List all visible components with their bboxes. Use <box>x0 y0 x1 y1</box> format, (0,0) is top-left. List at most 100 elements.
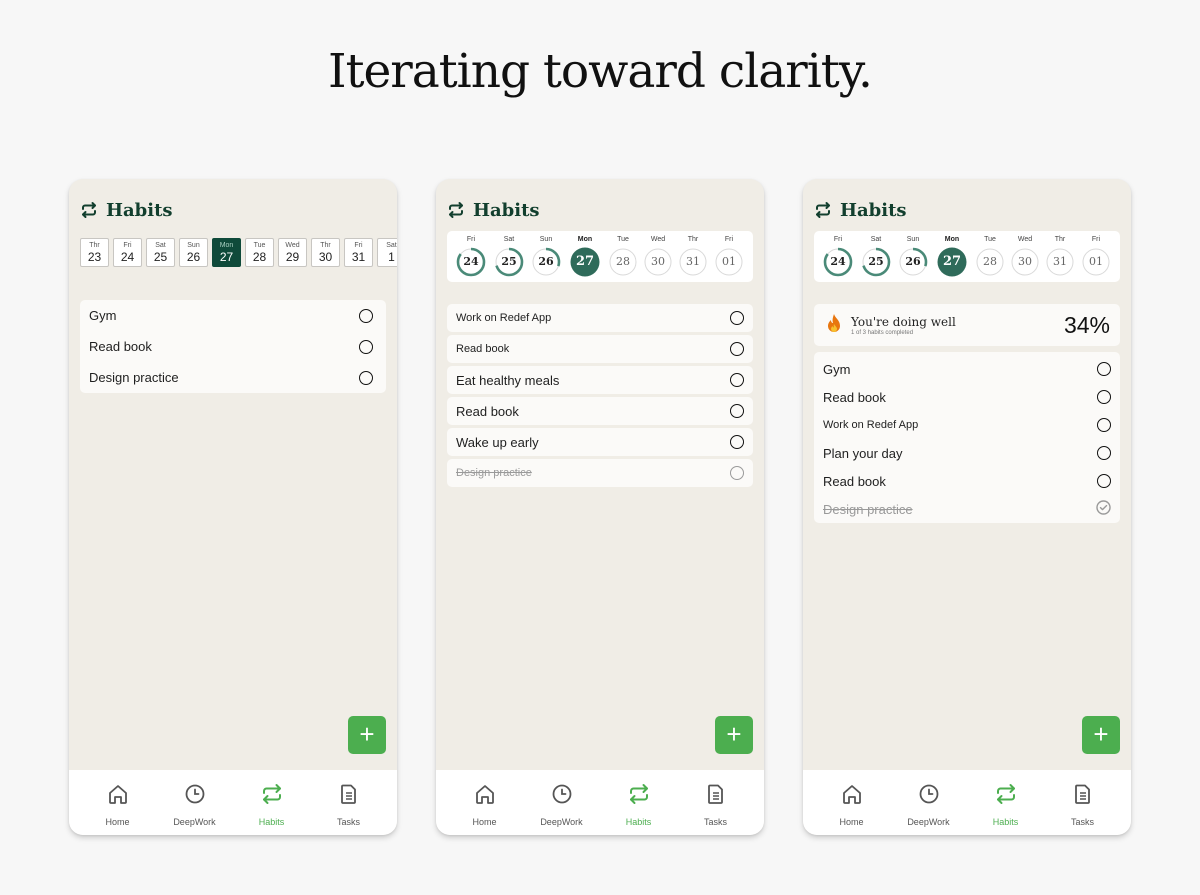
habit-label: Read book <box>456 403 519 419</box>
date-weekday: Fri <box>833 236 843 243</box>
date-weekday: Thr <box>1054 236 1066 243</box>
date-item[interactable]: Sat 25 <box>860 231 892 282</box>
nav-item-habits[interactable]: Habits <box>604 770 674 835</box>
nav-label: Home <box>472 817 497 827</box>
date-item[interactable]: Sun 26 <box>897 231 929 282</box>
date-weekday: Wed <box>650 236 666 243</box>
habit-row[interactable]: Eat healthy meals <box>447 366 753 394</box>
date-number: 27 <box>942 254 962 269</box>
nav-item-tasks[interactable]: Tasks <box>1048 770 1118 835</box>
date-item[interactable]: Tue 28 <box>245 238 274 267</box>
habit-row[interactable]: Read book <box>447 397 753 425</box>
date-item[interactable]: Tue 28 <box>607 231 639 282</box>
habit-row[interactable]: Plan your day <box>823 439 1111 467</box>
habit-checkbox[interactable] <box>730 373 744 387</box>
screen-title: Habits <box>106 199 173 221</box>
date-number: 01 <box>1089 255 1103 268</box>
date-weekday: Mon <box>577 236 593 243</box>
habit-checkbox[interactable] <box>359 339 373 354</box>
date-item[interactable]: Fri 24 <box>822 231 854 282</box>
date-item[interactable]: Wed 30 <box>642 231 674 282</box>
add-habit-button[interactable]: + <box>715 716 753 754</box>
date-weekday: Mon <box>944 236 960 243</box>
nav-item-tasks[interactable]: Tasks <box>681 770 751 835</box>
nav-item-deepwork[interactable]: DeepWork <box>160 770 230 835</box>
date-item-selected[interactable]: Mon 27 <box>212 238 241 267</box>
habit-row[interactable]: Read book <box>447 335 753 363</box>
habit-row[interactable]: Work on Redef App <box>447 304 753 332</box>
date-weekday: Tue <box>617 236 629 243</box>
date-item[interactable]: Thr 30 <box>311 238 340 267</box>
habit-checkbox[interactable] <box>730 311 744 325</box>
date-item[interactable]: Sun 26 <box>530 231 562 282</box>
habit-checkbox[interactable] <box>730 435 744 449</box>
habit-checkbox[interactable] <box>359 308 373 323</box>
date-item-selected[interactable]: Mon 27 <box>569 231 601 282</box>
date-number: 24 <box>830 255 846 268</box>
habit-row-completed[interactable]: Design practice <box>823 495 1111 523</box>
date-item[interactable]: Fri 01 <box>1080 231 1112 282</box>
add-habit-button[interactable]: + <box>1082 716 1120 754</box>
nav-item-home[interactable]: Home <box>83 770 153 835</box>
bottom-nav: Home DeepWork Habits Tasks <box>803 770 1131 835</box>
date-item[interactable]: Thr 23 <box>80 238 109 267</box>
habit-checkbox[interactable] <box>730 342 744 356</box>
habit-checkbox[interactable] <box>730 466 744 480</box>
nav-item-habits[interactable]: Habits <box>237 770 307 835</box>
habit-checkbox[interactable] <box>730 404 744 418</box>
habit-label: Read book <box>89 339 152 354</box>
date-item[interactable]: Fri 24 <box>113 238 142 267</box>
nav-item-home[interactable]: Home <box>450 770 520 835</box>
habit-row[interactable]: Gym <box>89 300 373 331</box>
nav-item-habits[interactable]: Habits <box>971 770 1041 835</box>
date-number: 30 <box>1018 255 1032 268</box>
nav-item-deepwork[interactable]: DeepWork <box>527 770 597 835</box>
clock-icon <box>551 783 573 810</box>
date-item[interactable]: Thr 31 <box>677 231 709 282</box>
date-item[interactable]: Tue 28 <box>974 231 1006 282</box>
clock-icon <box>918 783 940 810</box>
habit-checkbox[interactable] <box>359 370 373 385</box>
habit-checkbox[interactable] <box>1097 362 1111 376</box>
habit-checkbox[interactable] <box>1097 474 1111 488</box>
date-item[interactable]: Wed 30 <box>1009 231 1041 282</box>
habit-row[interactable]: Work on Redef App <box>823 411 1111 439</box>
date-item[interactable]: Sat 25 <box>146 238 175 267</box>
habit-row[interactable]: Read book <box>823 467 1111 495</box>
date-item[interactable]: Sat 25 <box>493 231 525 282</box>
habit-row-completed[interactable]: Design practice <box>447 459 753 487</box>
nav-label: DeepWork <box>540 817 583 827</box>
habit-row[interactable]: Read book <box>89 331 373 362</box>
nav-item-home[interactable]: Home <box>817 770 887 835</box>
date-selector: Thr 23 Fri 24 Sat 25 Sun 26 Mon 27 Tue 28 Wed 2… <box>80 238 397 267</box>
habit-row[interactable]: Wake up early <box>447 428 753 456</box>
status-title: You're doing well <box>851 315 956 329</box>
screen-title: Habits <box>473 199 540 221</box>
habit-checkbox[interactable] <box>1097 390 1111 404</box>
habit-label: Read book <box>823 473 886 489</box>
date-number: 24 <box>463 255 479 268</box>
date-item[interactable]: Thr 31 <box>1044 231 1076 282</box>
date-item[interactable]: Sun 26 <box>179 238 208 267</box>
date-item[interactable]: Sat 1 <box>377 238 397 267</box>
date-item-selected[interactable]: Mon 27 <box>936 231 968 282</box>
check-circle-icon[interactable] <box>1096 500 1111 518</box>
habit-checkbox[interactable] <box>1097 446 1111 460</box>
date-item[interactable]: Fri 01 <box>713 231 745 282</box>
bottom-nav: Home DeepWork Habits Tasks <box>436 770 764 835</box>
nav-item-deepwork[interactable]: DeepWork <box>894 770 964 835</box>
date-item[interactable]: Fri 24 <box>455 231 487 282</box>
habit-row[interactable]: Design practice <box>89 362 373 393</box>
nav-item-tasks[interactable]: Tasks <box>314 770 384 835</box>
add-habit-button[interactable]: + <box>348 716 386 754</box>
habit-checkbox[interactable] <box>1097 418 1111 432</box>
date-number: 28 <box>616 255 630 268</box>
habit-label: Design practice <box>823 501 913 517</box>
date-item[interactable]: Wed 29 <box>278 238 307 267</box>
date-weekday: Sat <box>503 236 515 243</box>
habit-row[interactable]: Read book <box>823 383 1111 411</box>
date-number: 26 <box>538 255 554 268</box>
habit-row[interactable]: Gym <box>823 355 1111 383</box>
date-item[interactable]: Fri 31 <box>344 238 373 267</box>
habit-label: Read book <box>456 343 510 355</box>
